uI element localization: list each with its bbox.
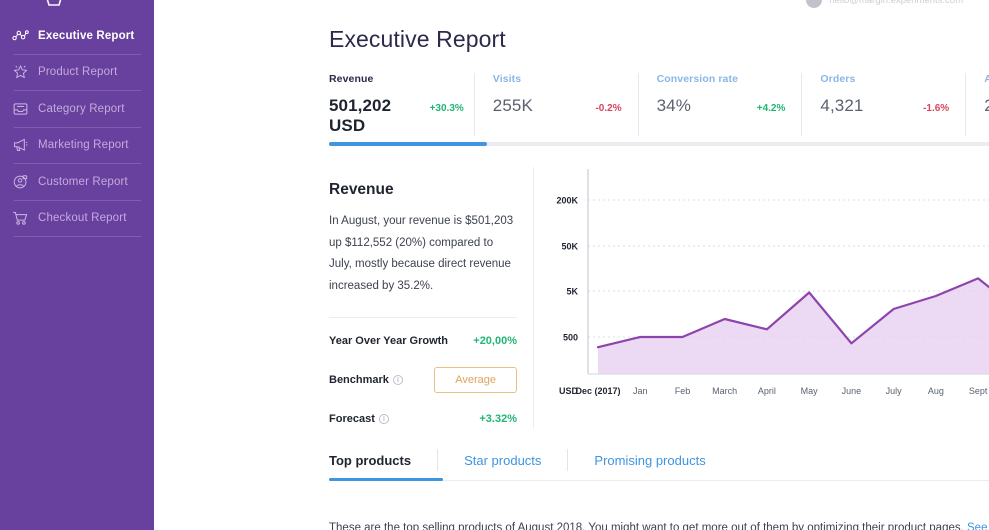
sidebar-item-checkout-report[interactable]: Checkout Report: [0, 201, 154, 237]
sidebar-item-customer-report[interactable]: Customer Report: [0, 164, 154, 200]
stat-benchmark: Benchmark i Average: [329, 363, 517, 396]
bottom-blurb: These are the top selling products of Au…: [329, 522, 989, 530]
svg-text:Dec (2017): Dec (2017): [575, 386, 620, 396]
kpi-visits[interactable]: Visits 255K -0.2%: [473, 73, 638, 136]
stat-label: Year Over Year Growth: [329, 334, 449, 347]
topbar-user[interactable]: hello@margin.experiments.com: [806, 0, 963, 8]
kpi-revenue[interactable]: Revenue 501,202 USD +30.3%: [329, 73, 474, 136]
kpi-progress-track: [329, 142, 989, 146]
sidebar-item-label: Checkout Report: [38, 212, 127, 225]
svg-text:Sept: Sept: [969, 386, 988, 396]
tab-divider: [437, 449, 439, 471]
info-icon[interactable]: i: [378, 413, 389, 424]
kpi-label: Visits: [492, 73, 522, 85]
shopping-cart-icon: [8, 207, 32, 229]
benchmark-badge[interactable]: Average: [434, 366, 517, 393]
svg-text:May: May: [801, 386, 819, 396]
sidebar-nav: Executive Report Product Report Category…: [0, 18, 154, 237]
kpi-progress-fill: [329, 142, 487, 146]
app-root: Executive Report Product Report Category…: [0, 0, 989, 530]
kpi-delta: -1.6%: [923, 103, 950, 114]
kpi-label: Conversion rate: [656, 73, 739, 85]
svg-text:Feb: Feb: [675, 386, 691, 396]
tab-top-products[interactable]: Top products: [329, 453, 437, 479]
revenue-chart[interactable]: 200K 50K 5K 500 Dec (2017) Jan Feb March April Ma…: [534, 167, 989, 429]
sidebar-item-label: Executive Report: [38, 29, 135, 42]
stat-forecast: Forecast i +3.32%: [329, 402, 517, 435]
kpi-label: AOV: [984, 73, 989, 85]
sidebar-logo[interactable]: [0, 0, 154, 14]
svg-text:June: June: [842, 386, 862, 396]
tab-active-indicator: [329, 478, 443, 481]
megaphone-icon: [8, 134, 32, 156]
page-title: Executive Report: [329, 26, 506, 52]
kpi-conversion-rate[interactable]: Conversion rate 34% +4.2%: [637, 73, 802, 136]
sidebar: Executive Report Product Report Category…: [0, 0, 154, 530]
kpi-value: 501,202 USD: [329, 96, 392, 135]
stat-label: Forecast: [329, 412, 375, 425]
sidebar-item-category-report[interactable]: Category Report: [0, 91, 154, 127]
kpi-aov[interactable]: AOV 225 USD -0.8%: [965, 73, 989, 136]
stat-value: +3.32%: [479, 412, 517, 425]
revenue-title: Revenue: [329, 181, 394, 198]
bottom-blurb-text: These are the top selling products of Au…: [329, 522, 964, 530]
sidebar-item-label: Customer Report: [38, 175, 128, 188]
kpi-delta: +4.2%: [756, 103, 786, 114]
stat-year-over-year-growth: Year Over Year Growth +20,00%: [329, 324, 517, 357]
svg-text:April: April: [758, 386, 776, 396]
network-nodes-icon: [8, 25, 32, 47]
svg-text:50K: 50K: [561, 242, 578, 252]
stat-label: Benchmark: [329, 373, 389, 386]
stat-value: +20,00%: [473, 334, 517, 347]
kpi-delta: -0.2%: [595, 103, 622, 114]
svg-text:USD: USD: [559, 386, 579, 396]
svg-text:July: July: [886, 386, 903, 396]
inbox-tray-icon: [8, 98, 32, 120]
sidebar-item-label: Product Report: [38, 66, 118, 79]
svg-text:500: 500: [563, 333, 578, 343]
revenue-summary: Revenue In August, your revenue is $501,…: [329, 167, 534, 429]
topbar-user-email: hello@margin.experiments.com: [829, 0, 963, 6]
star-outline-icon: [8, 61, 32, 83]
products-tabs: Top products Star products Promising pro…: [329, 449, 989, 482]
kpi-row: Revenue 501,202 USD +30.3% Visits 255K -…: [329, 73, 989, 136]
revenue-area-chart-svg[interactable]: 200K 50K 5K 500 Dec (2017) Jan Feb March April Ma…: [542, 167, 989, 412]
see-full-list-link[interactable]: See the full list: [967, 522, 989, 530]
kpi-value: 225 USD: [984, 96, 989, 116]
sidebar-item-label: Marketing Report: [38, 139, 129, 152]
kpi-label: Revenue: [329, 73, 374, 85]
sidebar-divider: [14, 236, 141, 237]
main-content: hello@margin.experiments.com Executive R…: [154, 0, 989, 530]
svg-text:5K: 5K: [566, 287, 578, 297]
kpi-label: Orders: [820, 73, 856, 85]
divider: [329, 317, 517, 318]
sidebar-item-marketing-report[interactable]: Marketing Report: [0, 128, 154, 164]
kpi-value: 34%: [656, 96, 691, 115]
topbar: hello@margin.experiments.com: [154, 0, 989, 10]
avatar-icon: [806, 0, 823, 8]
tab-divider: [567, 449, 569, 471]
kpi-delta: +30.3%: [429, 103, 464, 114]
sidebar-item-label: Category Report: [38, 102, 125, 115]
user-circle-icon: [8, 171, 32, 193]
logo-mark-icon: [46, 0, 62, 6]
sidebar-item-executive-report[interactable]: Executive Report: [0, 18, 154, 54]
svg-text:Jan: Jan: [633, 386, 648, 396]
revenue-panel: Revenue In August, your revenue is $501,…: [329, 167, 989, 429]
kpi-value: 4,321: [820, 96, 864, 115]
kpi-orders[interactable]: Orders 4,321 -1.6%: [801, 73, 965, 136]
svg-text:Aug: Aug: [928, 386, 944, 396]
revenue-description: In August, your revenue is $501,203 up $…: [329, 215, 514, 292]
svg-text:March: March: [712, 386, 737, 396]
info-icon[interactable]: i: [392, 374, 403, 385]
tab-star-products[interactable]: Star products: [464, 453, 567, 479]
kpi-value: 255K: [492, 96, 533, 115]
sidebar-item-product-report[interactable]: Product Report: [0, 55, 154, 91]
svg-text:200K: 200K: [556, 196, 578, 206]
tab-promising-products[interactable]: Promising products: [594, 453, 731, 479]
